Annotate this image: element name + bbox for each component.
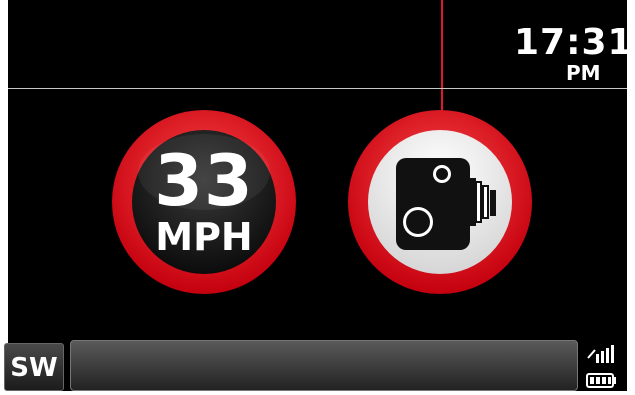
nav-screen: 17:31 PM 33 MPH [8, 0, 627, 391]
clock-time: 17:31 [514, 22, 627, 63]
clock: 17:31 PM [514, 22, 627, 86]
signal-bars-icon [587, 345, 614, 363]
speed-camera-sign [346, 108, 534, 296]
speed-value: 33 [154, 140, 254, 222]
clock-ampm: PM [566, 61, 601, 85]
speed-limit-sign: 33 MPH [110, 108, 298, 296]
street-name-bar[interactable] [70, 340, 578, 391]
speed-unit: MPH [155, 215, 253, 259]
compass-heading[interactable]: SW [4, 343, 64, 391]
status-indicators [584, 342, 619, 391]
battery-icon [586, 373, 616, 388]
header-divider [8, 88, 627, 89]
